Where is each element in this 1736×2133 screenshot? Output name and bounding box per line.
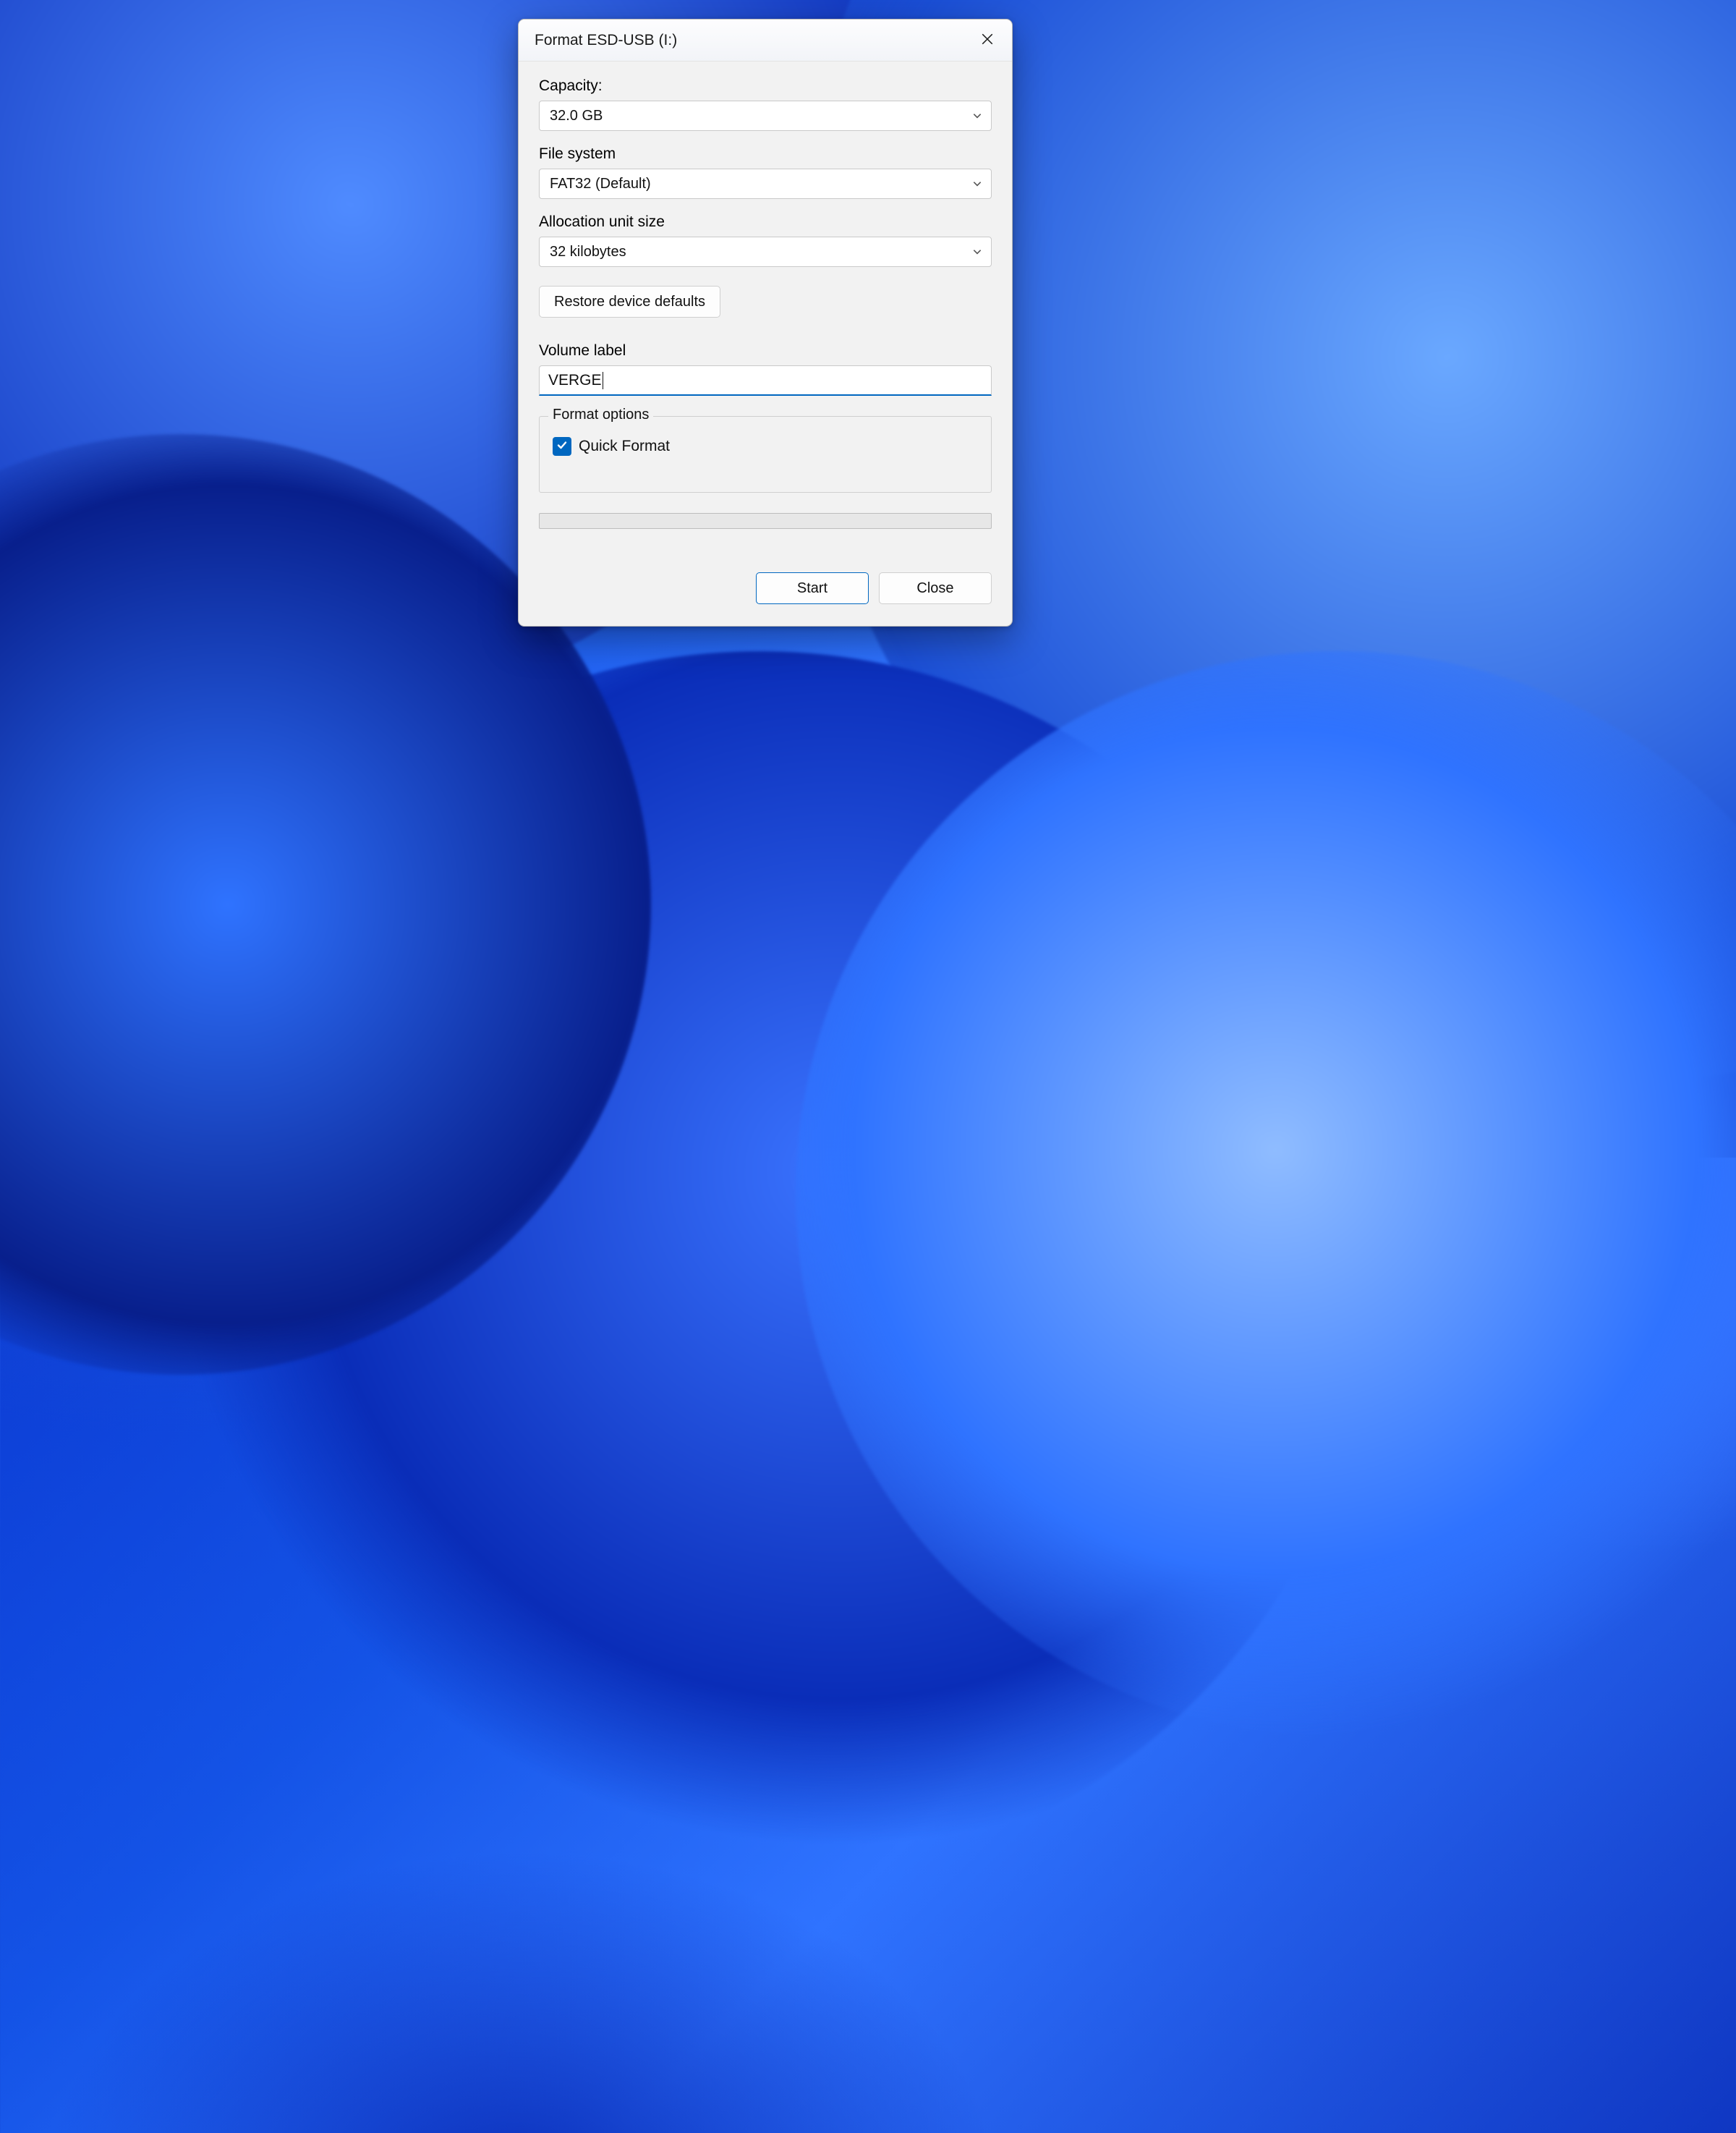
filesystem-field: File system FAT32 (Default) — [539, 145, 992, 199]
format-options-group: Format options Quick Format — [539, 416, 992, 493]
start-button-label: Start — [797, 580, 827, 597]
quick-format-row[interactable]: Quick Format — [553, 437, 978, 456]
allocation-field: Allocation unit size 32 kilobytes — [539, 213, 992, 267]
chevron-down-icon — [972, 111, 982, 121]
allocation-value: 32 kilobytes — [550, 244, 626, 260]
filesystem-select[interactable]: FAT32 (Default) — [539, 169, 992, 199]
volume-label-value: VERGE — [548, 372, 602, 389]
capacity-value: 32.0 GB — [550, 108, 603, 124]
window-title: Format ESD-USB (I:) — [535, 32, 967, 49]
restore-defaults-button[interactable]: Restore device defaults — [539, 286, 720, 318]
chevron-down-icon — [972, 247, 982, 257]
filesystem-label: File system — [539, 145, 992, 163]
close-icon — [981, 33, 994, 48]
quick-format-label: Quick Format — [579, 438, 670, 455]
capacity-field: Capacity: 32.0 GB — [539, 77, 992, 131]
titlebar[interactable]: Format ESD-USB (I:) — [519, 20, 1012, 62]
start-button[interactable]: Start — [756, 572, 869, 604]
volume-label-label: Volume label — [539, 342, 992, 360]
check-icon — [556, 438, 568, 455]
close-button-label: Close — [916, 580, 953, 597]
progress-bar — [539, 513, 992, 529]
filesystem-value: FAT32 (Default) — [550, 176, 651, 192]
allocation-label: Allocation unit size — [539, 213, 992, 231]
capacity-label: Capacity: — [539, 77, 992, 95]
format-dialog: Format ESD-USB (I:) Capacity: 32.0 GB Fi… — [518, 19, 1013, 627]
capacity-select[interactable]: 32.0 GB — [539, 101, 992, 131]
dialog-body: Capacity: 32.0 GB File system FAT32 (Def… — [519, 62, 1012, 626]
chevron-down-icon — [972, 179, 982, 189]
close-button[interactable] — [967, 24, 1008, 57]
allocation-select[interactable]: 32 kilobytes — [539, 237, 992, 267]
quick-format-checkbox[interactable] — [553, 437, 571, 456]
format-options-legend: Format options — [548, 407, 653, 423]
restore-defaults-label: Restore device defaults — [554, 294, 705, 310]
dialog-footer: Start Close — [539, 572, 992, 604]
volume-label-input[interactable]: VERGE — [539, 365, 992, 396]
close-dialog-button[interactable]: Close — [879, 572, 992, 604]
volume-label-field: Volume label VERGE — [539, 342, 992, 396]
